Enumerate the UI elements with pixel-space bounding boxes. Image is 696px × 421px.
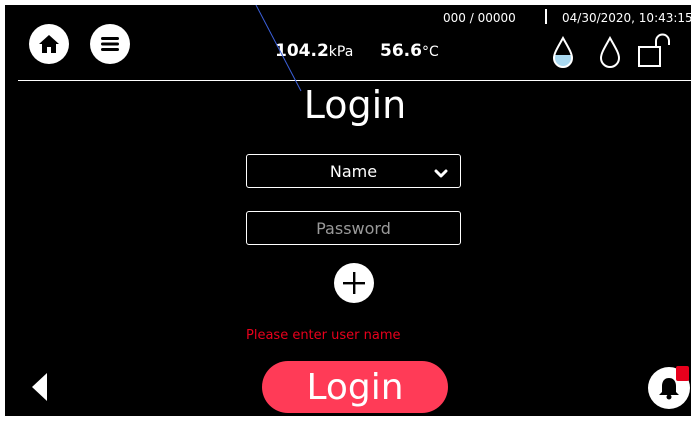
login-button[interactable]: Login: [262, 361, 448, 413]
password-input[interactable]: [247, 211, 460, 245]
password-field-box: [246, 211, 461, 245]
plus-icon: [342, 271, 366, 295]
page-title: Login: [303, 83, 407, 127]
error-message: Please enter user name: [246, 328, 401, 343]
back-button[interactable]: [31, 372, 49, 402]
login-screen: 000 / 00000 04/30/2020, 10:43:15 104.2kP…: [5, 5, 691, 416]
notification-badge: [676, 366, 689, 381]
name-select-value: Name: [329, 161, 378, 181]
chevron-down-icon: [434, 164, 448, 183]
back-arrow-icon: [31, 372, 49, 402]
name-select[interactable]: Name: [246, 154, 461, 188]
add-user-button[interactable]: [334, 263, 374, 303]
